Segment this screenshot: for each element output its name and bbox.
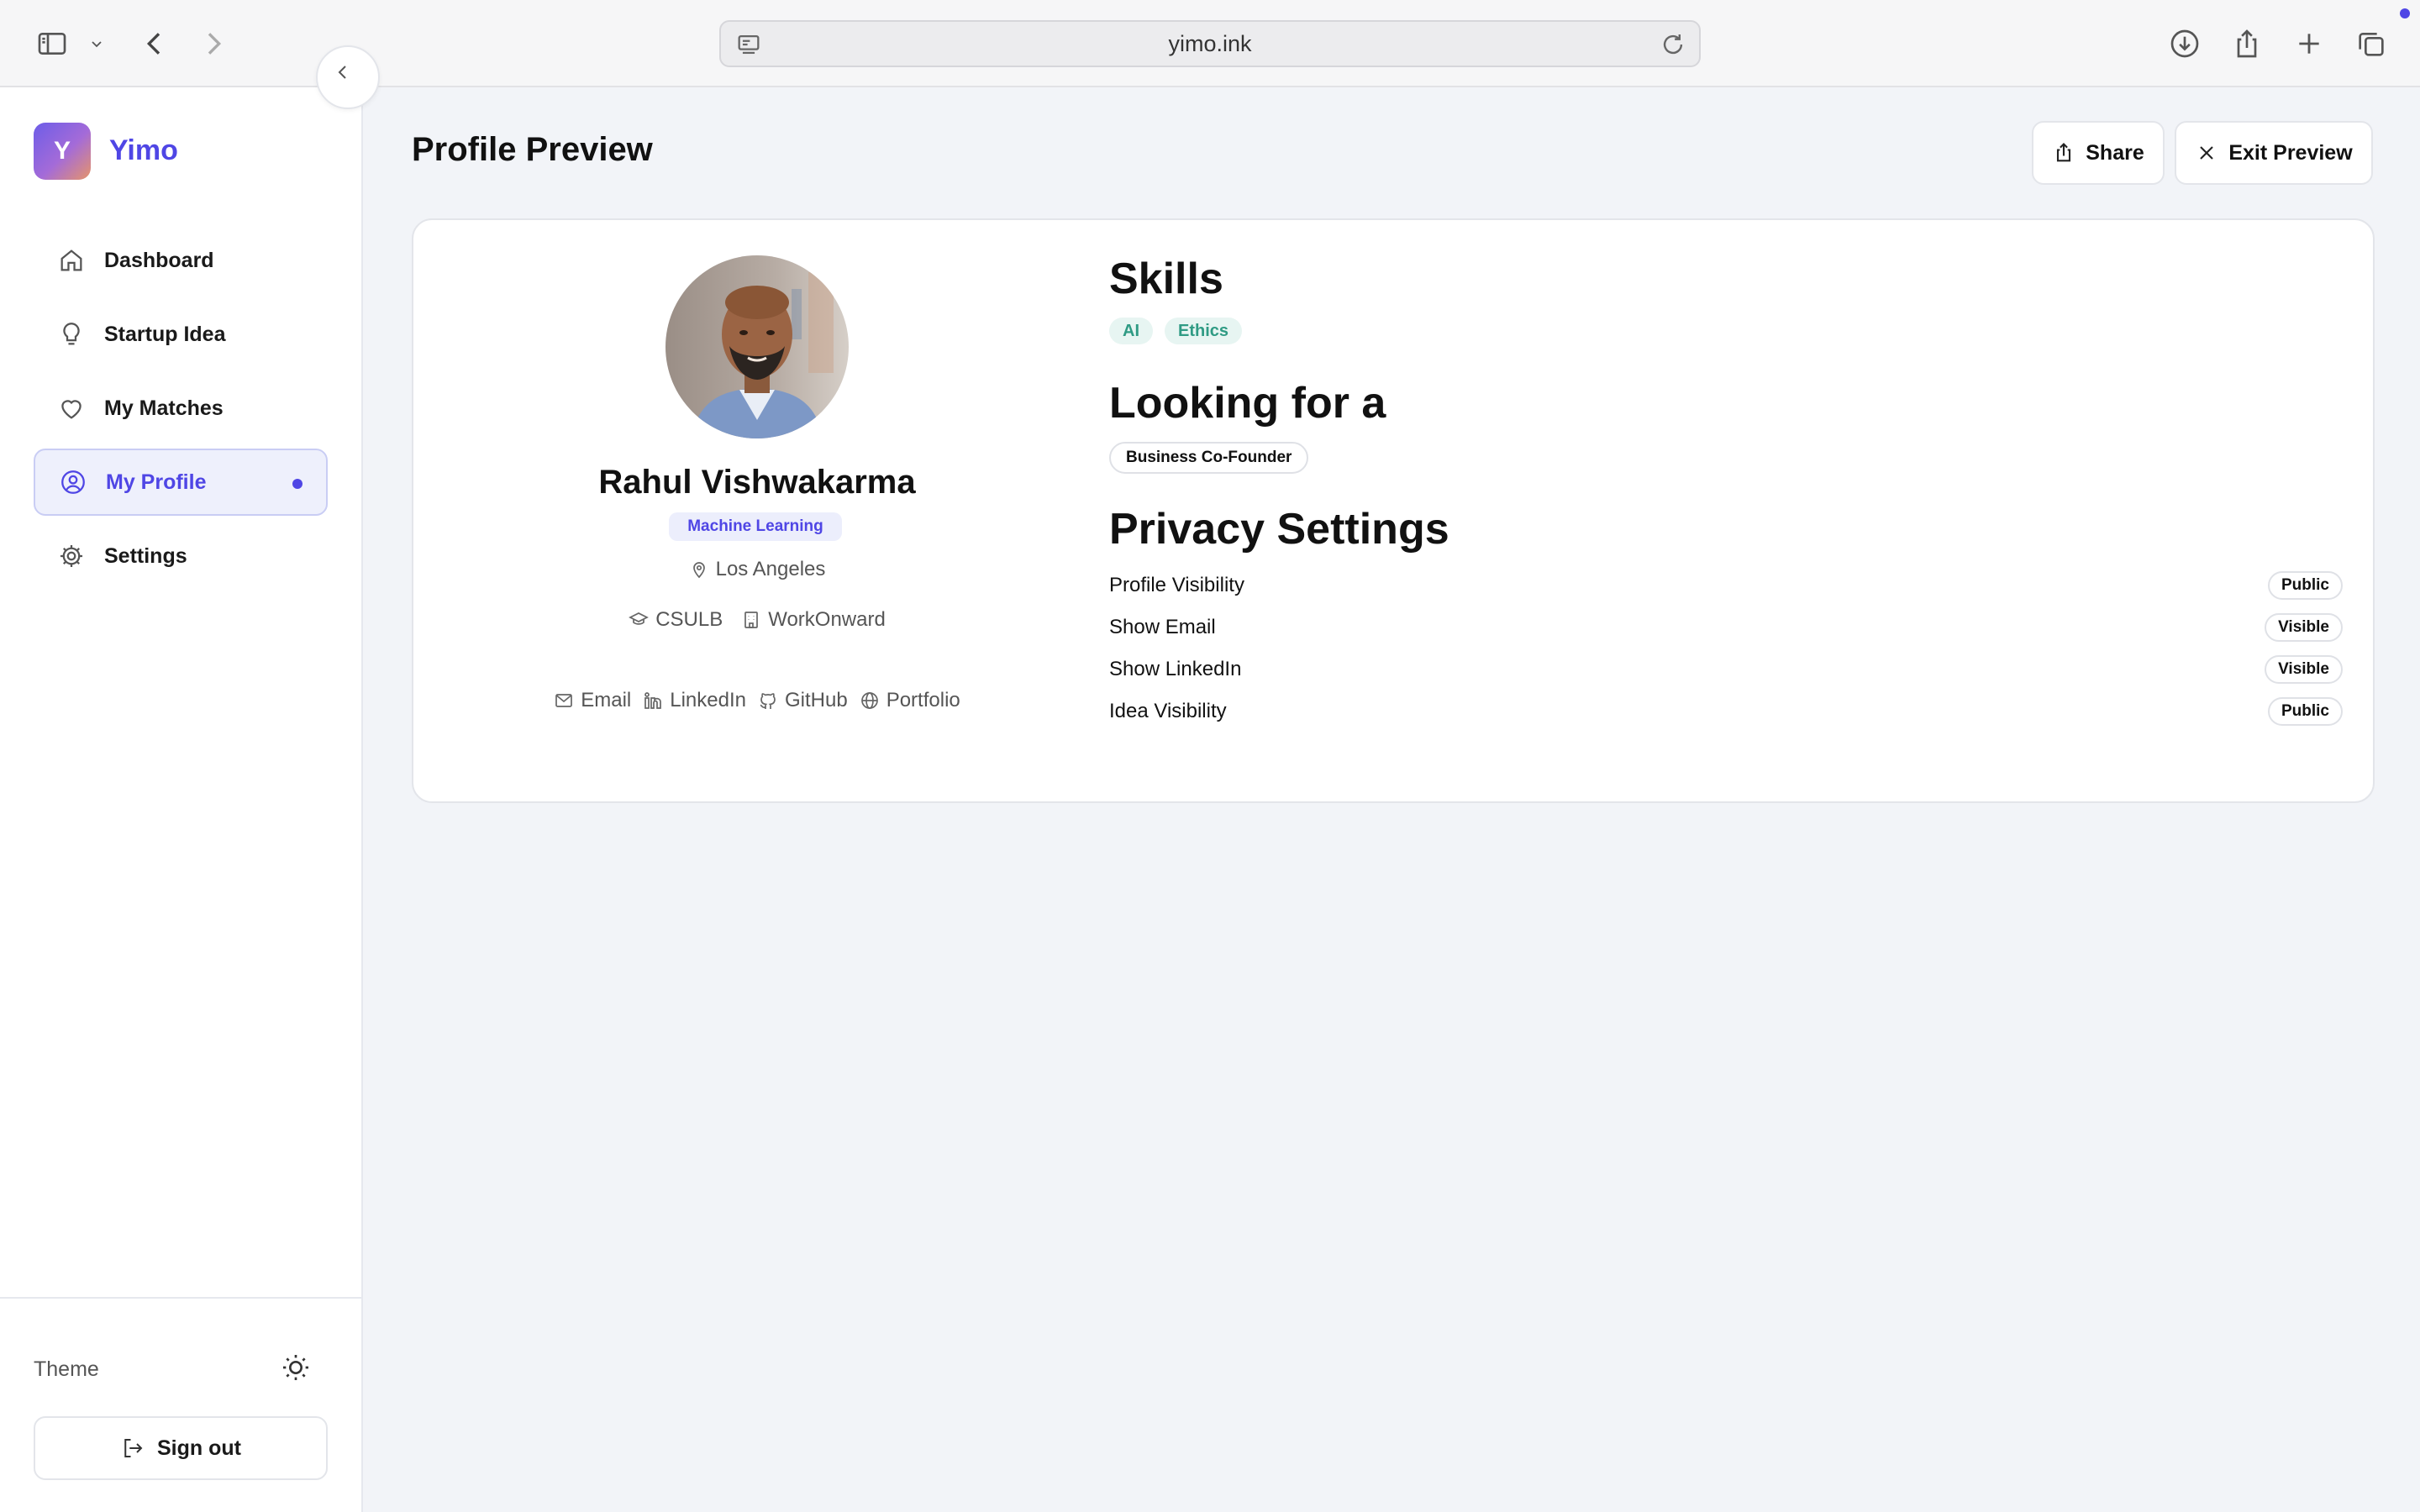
education-work: CSULB WorkOnward <box>413 608 1101 632</box>
privacy-settings-list: Profile Visibility Public Show Email Vis… <box>1109 564 2343 732</box>
skill-chip: AI <box>1109 318 1153 344</box>
sidebar-item-my-matches[interactable]: My Matches <box>34 375 328 442</box>
privacy-settings-heading: Privacy Settings <box>1109 505 1449 554</box>
status-badge: Public <box>2267 697 2343 726</box>
github-icon <box>760 693 776 709</box>
mail-icon <box>555 694 573 707</box>
tab-overview-icon[interactable] <box>2349 22 2393 66</box>
exit-preview-button[interactable]: Exit Preview <box>2175 121 2373 185</box>
url-bar[interactable]: yimo.ink <box>719 20 1701 67</box>
privacy-row-label: Idea Visibility <box>1109 700 1227 722</box>
share-icon <box>2057 143 2071 162</box>
map-pin-icon <box>692 562 705 579</box>
privacy-row: Show Email Visible <box>1109 606 2343 648</box>
sidebar-toggle-icon[interactable] <box>30 22 74 66</box>
portfolio-link-label: Portfolio <box>886 689 960 711</box>
sun-icon[interactable] <box>279 1351 313 1384</box>
theme-label: Theme <box>34 1357 99 1381</box>
notification-dot <box>2400 8 2410 18</box>
new-tab-icon[interactable] <box>2287 22 2331 66</box>
avatar <box>666 255 849 438</box>
portfolio-link[interactable]: Portfolio <box>860 689 960 712</box>
page-title: Profile Preview <box>412 131 653 168</box>
looking-for-list: Business Co-Founder <box>1109 442 1309 474</box>
sign-out-label: Sign out <box>157 1436 241 1460</box>
sidebar-item-startup-idea[interactable]: Startup Idea <box>34 301 328 368</box>
looking-for-chip: Business Co-Founder <box>1109 442 1309 474</box>
sidebar-footer: Theme Sign out <box>0 1297 363 1512</box>
sidebar-item-label: Dashboard <box>104 248 214 272</box>
reload-icon[interactable] <box>1659 30 1687 59</box>
active-indicator-dot <box>292 479 302 489</box>
sidebar-item-label: My Profile <box>106 470 207 494</box>
sidebar-nav: Dashboard Startup Idea My Matches My Pro… <box>34 227 328 596</box>
back-arrow-icon[interactable] <box>133 22 176 66</box>
profile-links: Email LinkedIn GitHub Portfolio <box>413 689 1101 712</box>
company-text: WorkOnward <box>768 608 886 631</box>
github-link-label: GitHub <box>785 689 848 711</box>
sidebar-item-dashboard[interactable]: Dashboard <box>34 227 328 294</box>
lightbulb-icon <box>63 323 80 345</box>
sidebar: Y Yimo Dashboard Startup Idea My Matches… <box>0 87 363 1512</box>
building-icon <box>744 612 759 628</box>
skill-chip: Ethics <box>1165 318 1243 344</box>
sidebar-item-label: My Matches <box>104 396 224 420</box>
privacy-row: Profile Visibility Public <box>1109 564 2343 606</box>
profile-name: Rahul Vishwakarma <box>598 464 916 501</box>
sidebar-item-label: Settings <box>104 543 187 568</box>
role-badge: Machine Learning <box>669 512 842 541</box>
download-icon[interactable] <box>2163 22 2207 66</box>
chevron-down-icon[interactable] <box>77 22 116 66</box>
privacy-row: Idea Visibility Public <box>1109 690 2343 732</box>
heart-icon <box>61 400 82 419</box>
email-link[interactable]: Email <box>554 689 631 712</box>
sidebar-item-label: Startup Idea <box>104 322 226 346</box>
url-text: yimo.ink <box>1168 30 1252 56</box>
linkedin-link[interactable]: LinkedIn <box>643 689 746 712</box>
profile-card: Rahul Vishwakarma Machine Learning Los A… <box>412 218 2375 803</box>
sign-out-icon <box>124 1439 143 1457</box>
skills-list: AI Ethics <box>1109 318 1254 344</box>
share-label: Share <box>2086 140 2144 165</box>
status-badge: Public <box>2267 571 2343 600</box>
status-badge: Visible <box>2265 613 2343 642</box>
avatar-photo <box>666 255 849 438</box>
privacy-row: Show LinkedIn Visible <box>1109 648 2343 690</box>
privacy-row-label: Show Email <box>1109 616 1216 638</box>
collapse-sidebar-button[interactable] <box>316 45 380 109</box>
education-text: CSULB <box>655 608 723 631</box>
github-link[interactable]: GitHub <box>758 689 848 712</box>
status-badge: Visible <box>2265 655 2343 684</box>
location: Los Angeles <box>413 558 1101 581</box>
site-settings-icon[interactable] <box>734 30 763 59</box>
user-circle-icon <box>61 470 85 494</box>
linkedin-link-label: LinkedIn <box>670 689 746 711</box>
privacy-row-label: Profile Visibility <box>1109 574 1244 596</box>
close-icon <box>2200 146 2214 160</box>
gear-icon <box>60 544 83 568</box>
share-page-icon[interactable] <box>2225 22 2269 66</box>
sidebar-item-settings[interactable]: Settings <box>34 522 328 590</box>
linkedin-icon <box>644 692 662 709</box>
looking-for-heading: Looking for a <box>1109 379 1386 428</box>
app-name[interactable]: Yimo <box>109 134 178 167</box>
globe-icon <box>860 692 878 709</box>
skills-heading: Skills <box>1109 255 1223 303</box>
share-button[interactable]: Share <box>2032 121 2165 185</box>
home-icon <box>60 249 82 271</box>
chevron-left-icon <box>338 66 346 79</box>
privacy-row-label: Show LinkedIn <box>1109 658 1242 680</box>
email-link-label: Email <box>581 689 632 711</box>
forward-arrow-icon[interactable] <box>192 22 235 66</box>
app-logo[interactable]: Y <box>34 123 91 180</box>
location-text: Los Angeles <box>715 558 826 580</box>
sign-out-button[interactable]: Sign out <box>34 1416 328 1480</box>
graduation-cap-icon <box>629 612 650 625</box>
exit-preview-label: Exit Preview <box>2228 140 2353 165</box>
sidebar-item-my-profile[interactable]: My Profile <box>34 449 328 516</box>
